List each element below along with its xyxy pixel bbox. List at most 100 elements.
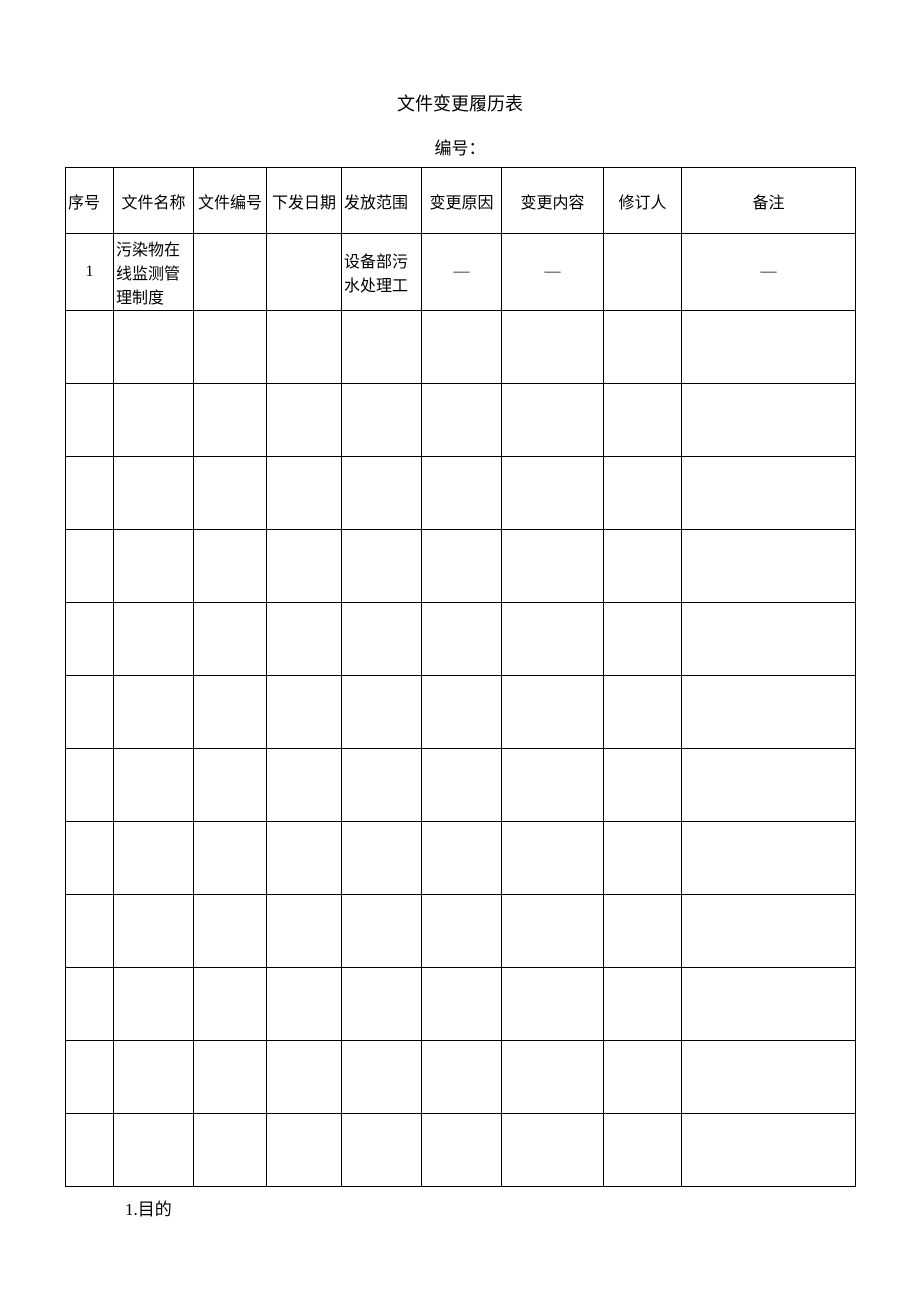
footer-section-heading: 1.目的 <box>125 1195 855 1220</box>
table-row: 1 污染物在线监测管理制度 设备部污水处理工 — — — <box>66 234 856 311</box>
table-row <box>66 530 856 603</box>
cell-file-number <box>194 676 267 749</box>
header-file-number: 文件编号 <box>194 168 267 234</box>
cell-issue-date <box>267 1041 342 1114</box>
cell-file-number <box>194 822 267 895</box>
cell-issue-date <box>267 234 342 311</box>
cell-file-name <box>114 311 194 384</box>
document-subtitle: 编号： <box>65 134 855 159</box>
cell-reviser <box>604 895 682 968</box>
cell-file-number <box>194 234 267 311</box>
cell-remark <box>682 1114 856 1187</box>
cell-scope <box>342 1114 422 1187</box>
cell-change-reason <box>422 1114 502 1187</box>
cell-seq <box>66 676 114 749</box>
cell-issue-date <box>267 311 342 384</box>
cell-change-reason <box>422 311 502 384</box>
cell-reviser <box>604 968 682 1041</box>
change-history-table: 序号 文件名称 文件编号 下发日期 发放范围 变更原因 变更内容 修订人 备注 … <box>65 167 856 1187</box>
cell-change-content <box>502 822 604 895</box>
cell-reviser <box>604 457 682 530</box>
table-row <box>66 968 856 1041</box>
cell-scope <box>342 968 422 1041</box>
cell-seq <box>66 822 114 895</box>
cell-change-reason <box>422 676 502 749</box>
cell-file-number <box>194 749 267 822</box>
cell-issue-date <box>267 1114 342 1187</box>
cell-remark <box>682 1041 856 1114</box>
table-row <box>66 1114 856 1187</box>
document-page: 文件变更履历表 编号： 序号 文件名称 文件编号 下发日期 发放范围 变更原因 … <box>0 0 920 1220</box>
table-row <box>66 311 856 384</box>
cell-scope <box>342 749 422 822</box>
cell-change-content <box>502 311 604 384</box>
cell-file-name <box>114 968 194 1041</box>
cell-scope <box>342 457 422 530</box>
cell-file-name <box>114 1041 194 1114</box>
cell-change-reason <box>422 968 502 1041</box>
cell-change-content <box>502 895 604 968</box>
cell-change-content <box>502 1114 604 1187</box>
cell-file-name <box>114 457 194 530</box>
cell-issue-date <box>267 384 342 457</box>
cell-remark <box>682 822 856 895</box>
cell-change-content <box>502 530 604 603</box>
cell-change-reason <box>422 384 502 457</box>
cell-issue-date <box>267 457 342 530</box>
cell-file-name <box>114 676 194 749</box>
cell-issue-date <box>267 676 342 749</box>
cell-change-content <box>502 749 604 822</box>
header-scope: 发放范围 <box>342 168 422 234</box>
cell-file-number <box>194 1114 267 1187</box>
cell-reviser <box>604 1114 682 1187</box>
cell-reviser <box>604 234 682 311</box>
cell-remark <box>682 603 856 676</box>
cell-reviser <box>604 749 682 822</box>
cell-seq <box>66 384 114 457</box>
header-change-content: 变更内容 <box>502 168 604 234</box>
cell-change-reason <box>422 530 502 603</box>
cell-change-content <box>502 457 604 530</box>
cell-issue-date <box>267 968 342 1041</box>
header-seq: 序号 <box>66 168 114 234</box>
cell-change-content <box>502 1041 604 1114</box>
cell-seq: 1 <box>66 234 114 311</box>
cell-file-number <box>194 384 267 457</box>
cell-scope <box>342 530 422 603</box>
cell-file-number <box>194 895 267 968</box>
table-row <box>66 457 856 530</box>
cell-change-content <box>502 968 604 1041</box>
cell-file-name <box>114 1114 194 1187</box>
cell-file-name <box>114 384 194 457</box>
cell-file-name <box>114 822 194 895</box>
table-row <box>66 749 856 822</box>
cell-change-content: — <box>502 234 604 311</box>
cell-change-reason: — <box>422 234 502 311</box>
cell-scope <box>342 1041 422 1114</box>
header-reviser: 修订人 <box>604 168 682 234</box>
cell-change-reason <box>422 457 502 530</box>
cell-seq <box>66 749 114 822</box>
cell-reviser <box>604 1041 682 1114</box>
table-row <box>66 603 856 676</box>
cell-seq <box>66 311 114 384</box>
header-change-reason: 变更原因 <box>422 168 502 234</box>
header-remark: 备注 <box>682 168 856 234</box>
cell-scope <box>342 822 422 895</box>
cell-remark: — <box>682 234 856 311</box>
cell-remark <box>682 895 856 968</box>
cell-scope <box>342 895 422 968</box>
cell-issue-date <box>267 603 342 676</box>
cell-file-number <box>194 530 267 603</box>
cell-file-number <box>194 1041 267 1114</box>
cell-issue-date <box>267 895 342 968</box>
cell-issue-date <box>267 530 342 603</box>
cell-reviser <box>604 384 682 457</box>
cell-issue-date <box>267 749 342 822</box>
cell-change-reason <box>422 749 502 822</box>
cell-seq <box>66 1041 114 1114</box>
table-body: 1 污染物在线监测管理制度 设备部污水处理工 — — — <box>66 234 856 1187</box>
cell-scope <box>342 603 422 676</box>
cell-scope <box>342 676 422 749</box>
cell-change-content <box>502 676 604 749</box>
